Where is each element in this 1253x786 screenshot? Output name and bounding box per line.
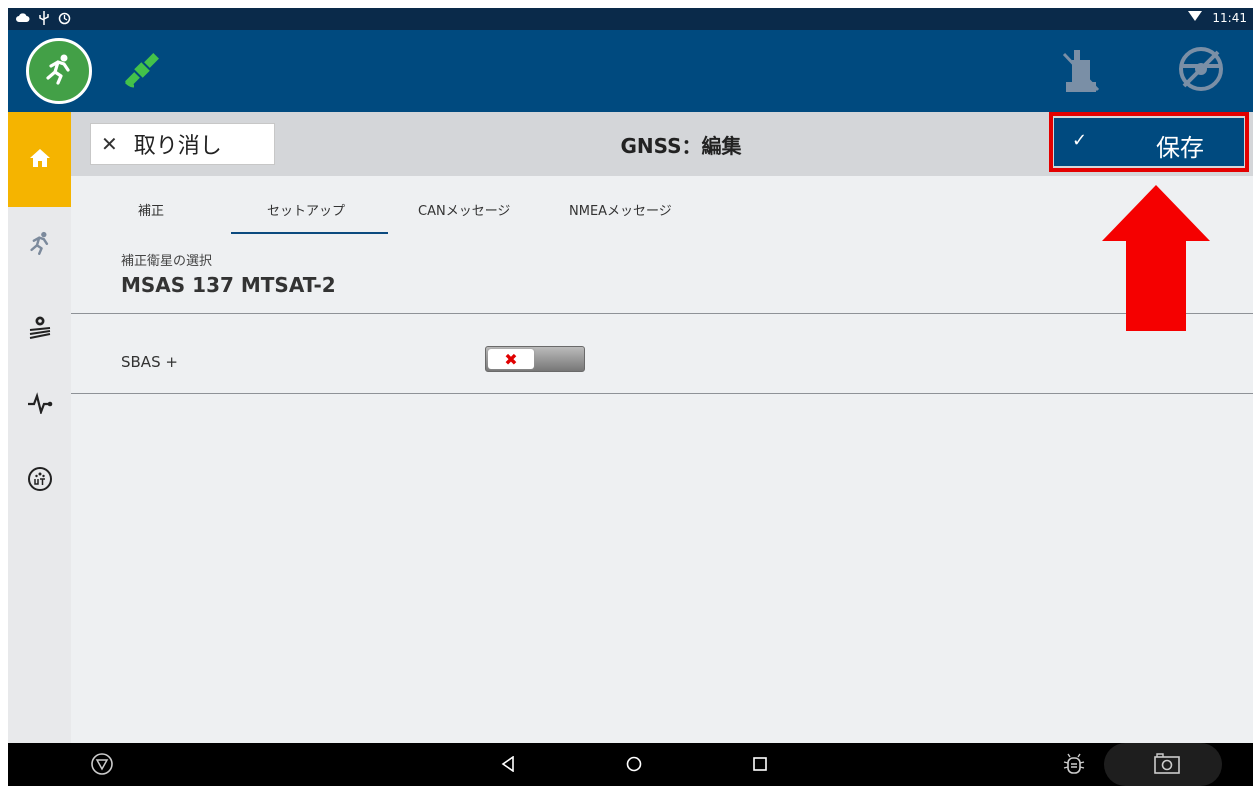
sidebar — [8, 112, 71, 743]
system-nav-bar — [8, 743, 1253, 786]
tab-setup[interactable]: セットアップ — [267, 200, 345, 219]
usb-icon — [39, 11, 49, 25]
cancel-button[interactable]: ✕ 取り消し — [90, 123, 275, 165]
camera-icon[interactable] — [1153, 752, 1181, 776]
home-circle-icon[interactable] — [626, 756, 642, 772]
implement-disabled-icon[interactable] — [1060, 46, 1104, 100]
ut-icon — [27, 466, 53, 496]
red-arrow-up-icon — [1100, 183, 1212, 337]
gnss-satellite-icon[interactable] — [120, 48, 164, 96]
save-label: 保存 — [1156, 134, 1204, 162]
cancel-label: 取り消し — [133, 134, 222, 159]
run-icon — [27, 230, 53, 260]
status-icons-left — [16, 11, 71, 25]
status-bar: 11:41 — [8, 8, 1253, 30]
save-button[interactable]: ✓ 保存 — [1054, 118, 1244, 166]
tab-can-messages[interactable]: CANメッセージ — [418, 200, 510, 219]
bug-icon[interactable] — [1063, 752, 1085, 776]
close-icon: ✕ — [101, 132, 118, 156]
run-button[interactable] — [26, 38, 92, 104]
sidebar-item-diagnostics[interactable] — [8, 374, 71, 436]
tab-correction[interactable]: 補正 — [138, 200, 164, 219]
correction-satellite-value[interactable]: MSAS 137 MTSAT-2 — [121, 273, 336, 297]
app-bar — [8, 30, 1253, 112]
sync-icon — [58, 12, 71, 25]
sbas-plus-label: SBAS + — [121, 353, 178, 371]
sbas-plus-toggle[interactable]: ✖ — [485, 346, 585, 372]
sidebar-item-ut[interactable] — [8, 450, 71, 512]
clock-time: 11:41 — [1212, 10, 1247, 25]
tab-selected-indicator — [231, 232, 388, 234]
cloud-icon — [16, 12, 30, 24]
home-icon — [29, 148, 51, 172]
run-icon — [42, 52, 76, 90]
main-panel: ✕ 取り消し GNSS：編集 ✓ 保存 補正 セットアップ CANメッセージ N… — [71, 112, 1253, 743]
correction-satellite-label: 補正衛星の選択 — [121, 254, 213, 269]
sidebar-item-run[interactable] — [8, 214, 71, 276]
menu-icon[interactable] — [90, 752, 114, 776]
check-icon: ✓ — [1072, 130, 1088, 151]
toggle-off-x-icon: ✖ — [488, 349, 534, 369]
field-settings-icon — [27, 314, 53, 344]
tab-nmea-messages[interactable]: NMEAメッセージ — [569, 200, 672, 219]
back-icon[interactable] — [500, 756, 516, 772]
diagnostics-icon — [27, 392, 53, 418]
sidebar-item-home[interactable] — [8, 112, 71, 207]
divider — [71, 313, 1253, 314]
page-title: GNSS：編集 — [620, 134, 742, 158]
edit-header: ✕ 取り消し GNSS：編集 ✓ 保存 — [71, 112, 1253, 176]
steering-disabled-icon[interactable] — [1176, 44, 1226, 98]
recents-icon[interactable] — [752, 756, 768, 772]
wifi-icon — [1188, 10, 1203, 25]
tab-bar: 補正 セットアップ CANメッセージ NMEAメッセージ — [71, 192, 871, 236]
divider — [71, 393, 1253, 394]
sidebar-item-field-settings[interactable] — [8, 298, 71, 360]
